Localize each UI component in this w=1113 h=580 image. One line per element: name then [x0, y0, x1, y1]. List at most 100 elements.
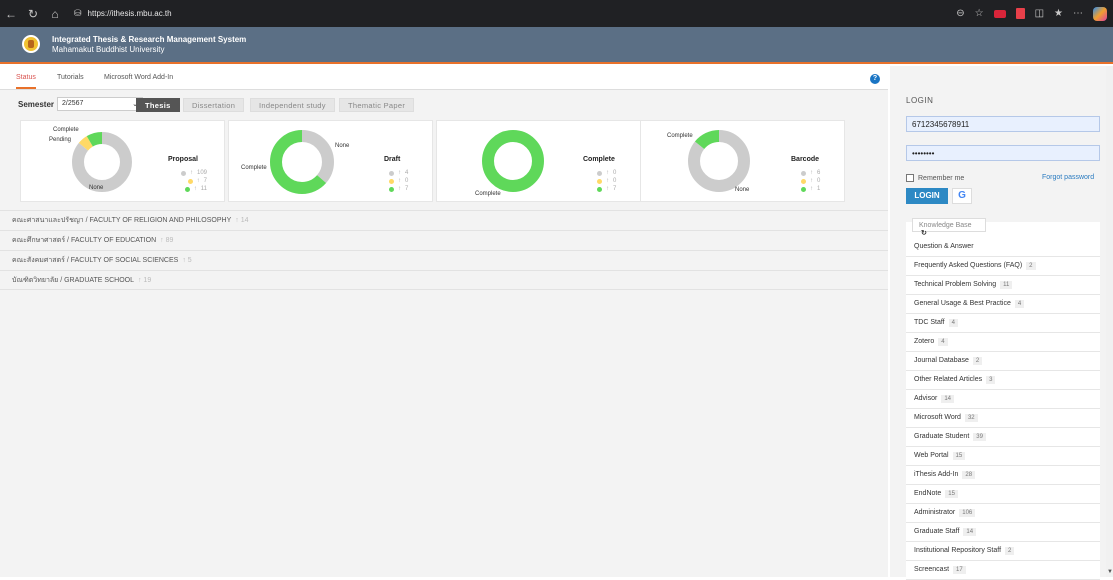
legend-none: ↑ 0	[597, 169, 616, 177]
refresh-icon[interactable]: ↻	[22, 7, 44, 21]
legend-prefix: ↑	[810, 170, 813, 176]
kb-item-label: Administrator	[914, 509, 956, 516]
zoom-icon[interactable]: ⊖	[956, 8, 964, 19]
kb-item[interactable]: Journal Database 2	[906, 352, 1100, 371]
barcode-card[interactable]: Complete None Barcode ↑ 6 ↑ 0 ↑ 1	[640, 120, 845, 202]
legend-value: 0	[613, 170, 617, 176]
kb-item[interactable]: Institutional Repository Staff 2	[906, 542, 1100, 561]
knowledge-base-panel: Knowledge Base ↻ Question & Answer Freque…	[906, 218, 1100, 580]
kb-item-count: 17	[953, 566, 966, 574]
faculty-row[interactable]: คณะศาสนาและปรัชญา / FACULTY OF RELIGION …	[0, 210, 888, 230]
draft-card[interactable]: Complete None Draft ↑ 4 ↑ 0 ↑ 7	[228, 120, 433, 202]
kb-item[interactable]: Graduate Staff 14	[906, 523, 1100, 542]
legend-value: 109	[197, 170, 208, 176]
faculty-row[interactable]: คณะสังคมศาสตร์ / FACULTY OF SOCIAL SCIEN…	[0, 250, 888, 270]
kb-item[interactable]: General Usage & Best Practice 4	[906, 295, 1100, 314]
kb-item-label: EndNote	[914, 490, 942, 497]
kb-item[interactable]: EndNote 15	[906, 485, 1100, 504]
legend-pending: ↑ 7	[181, 177, 207, 185]
pdf-extension-icon[interactable]	[1015, 8, 1025, 19]
scroll-down-icon[interactable]: ▼	[1107, 569, 1113, 575]
remember-me[interactable]: Remember me	[906, 174, 964, 182]
faculty-row[interactable]: คณะศึกษาศาสตร์ / FACULTY OF EDUCATION ↑ 8…	[0, 230, 888, 250]
proposal-card[interactable]: Complete Pending None Proposal ↑ 109 ↑ 7 ↑…	[20, 120, 225, 202]
legend-value: 1	[817, 186, 821, 192]
app-subtitle: Mahamakut Buddhist University	[52, 45, 165, 54]
card-legend: ↑ 0 ↑ 0 ↑ 7	[597, 169, 616, 193]
faculty-count: ↑ 5	[182, 257, 192, 264]
thematic-paper-button[interactable]: Thematic Paper	[339, 98, 415, 112]
refresh-icon[interactable]: ↻	[921, 230, 927, 237]
faculty-count: ↑ 19	[137, 277, 152, 284]
kb-item[interactable]: Administrator 106	[906, 504, 1100, 523]
kb-item[interactable]: Graduate Student 39	[906, 428, 1100, 447]
legend-value: 7	[613, 186, 617, 192]
home-icon[interactable]: ⌂	[44, 7, 66, 21]
page-scrollbar[interactable]: ▼	[1106, 66, 1113, 577]
kb-item-label: Advisor	[914, 395, 938, 402]
kb-item-count: 2	[1005, 547, 1015, 555]
complete-card[interactable]: Complete Complete ↑ 0 ↑ 0 ↑ 7	[436, 120, 641, 202]
kb-item-count: 4	[938, 338, 948, 346]
favorites-icon[interactable]: ★	[1054, 8, 1063, 19]
tab-word-add-in[interactable]: Microsoft Word Add-In	[104, 74, 173, 81]
semester-select[interactable]: 2/2567 ⌄	[57, 97, 143, 111]
kb-item-count: 106	[959, 509, 976, 517]
app-header: Integrated Thesis & Research Management …	[0, 27, 1113, 64]
login-title: LOGIN	[906, 96, 934, 105]
semester-label: Semester	[18, 100, 55, 109]
tab-bar: Status Tutorials Microsoft Word Add-In ?	[0, 66, 888, 90]
kb-item-count: 4	[948, 319, 958, 327]
slice-label-none: None	[89, 185, 104, 191]
username-input[interactable]: 6712345678911	[906, 116, 1100, 132]
legend-dot	[597, 170, 602, 176]
back-arrow-icon[interactable]: ←	[0, 7, 22, 21]
kb-item[interactable]: Microsoft Word 32	[906, 409, 1100, 428]
legend-prefix: ↑	[398, 170, 401, 176]
more-icon[interactable]: ⋯	[1073, 8, 1083, 19]
remember-checkbox[interactable]	[906, 174, 914, 182]
tab-status[interactable]: Status	[16, 74, 36, 89]
extension-icon[interactable]	[993, 9, 1006, 18]
extensions-icon[interactable]: ◫	[1035, 8, 1044, 19]
forgot-password-link[interactable]: Forgot password	[1042, 174, 1094, 181]
kb-item[interactable]: iThesis Add-In 28	[906, 466, 1100, 485]
legend-prefix: ↑	[606, 186, 609, 192]
thesis-button[interactable]: Thesis	[136, 98, 180, 112]
faculty-row[interactable]: บัณฑิตวิทยาลัย / GRADUATE SCHOOL ↑ 19	[0, 270, 888, 290]
legend-dot	[187, 178, 193, 184]
kb-item-count: 2	[972, 357, 983, 365]
kb-item-count: 14	[941, 395, 955, 403]
proposal-donut	[72, 132, 132, 192]
kb-item[interactable]: Web Portal 15	[906, 447, 1100, 466]
legend-pending: ↑ 0	[597, 177, 616, 185]
legend-complete: ↑ 1	[801, 185, 820, 193]
kb-item[interactable]: Question & Answer	[906, 238, 1100, 257]
google-login-icon[interactable]: G	[952, 188, 972, 204]
kb-item[interactable]: TDC Staff 4	[906, 314, 1100, 333]
login-button[interactable]: LOGIN	[906, 188, 948, 204]
dissertation-button[interactable]: Dissertation	[183, 98, 245, 112]
kb-item[interactable]: Technical Problem Solving 11	[906, 276, 1100, 295]
legend-prefix: ↑	[193, 186, 197, 192]
kb-item[interactable]: Zotero 4	[906, 333, 1100, 352]
independent-study-button[interactable]: Independent study	[250, 98, 335, 112]
kb-item[interactable]: Frequently Asked Questions (FAQ) 2	[906, 257, 1100, 276]
card-legend: ↑ 4 ↑ 0 ↑ 7	[389, 169, 408, 193]
knowledge-base-title: Knowledge Base	[919, 222, 972, 229]
star-icon[interactable]: ☆	[975, 8, 984, 19]
kb-item[interactable]: Screencast 17	[906, 561, 1100, 580]
kb-item[interactable]: Other Related Articles 3	[906, 371, 1100, 390]
help-icon[interactable]: ?	[870, 74, 880, 84]
copilot-icon[interactable]	[1093, 6, 1107, 21]
legend-dot	[597, 186, 602, 192]
tab-tutorials[interactable]: Tutorials	[57, 74, 84, 81]
password-input[interactable]: ••••••••	[906, 145, 1100, 161]
kb-item-label: TDC Staff	[914, 319, 945, 326]
knowledge-base-header[interactable]: Knowledge Base ↻	[912, 218, 986, 237]
address-bar[interactable]: ⛁ https://ithesis.mbu.ac.th	[74, 8, 172, 19]
kb-item[interactable]: Advisor 14	[906, 390, 1100, 409]
main-area: Status Tutorials Microsoft Word Add-In ?…	[0, 66, 888, 577]
knowledge-base-list: Question & Answer Frequently Asked Questi…	[906, 238, 1100, 580]
legend-prefix: ↑	[398, 186, 401, 192]
